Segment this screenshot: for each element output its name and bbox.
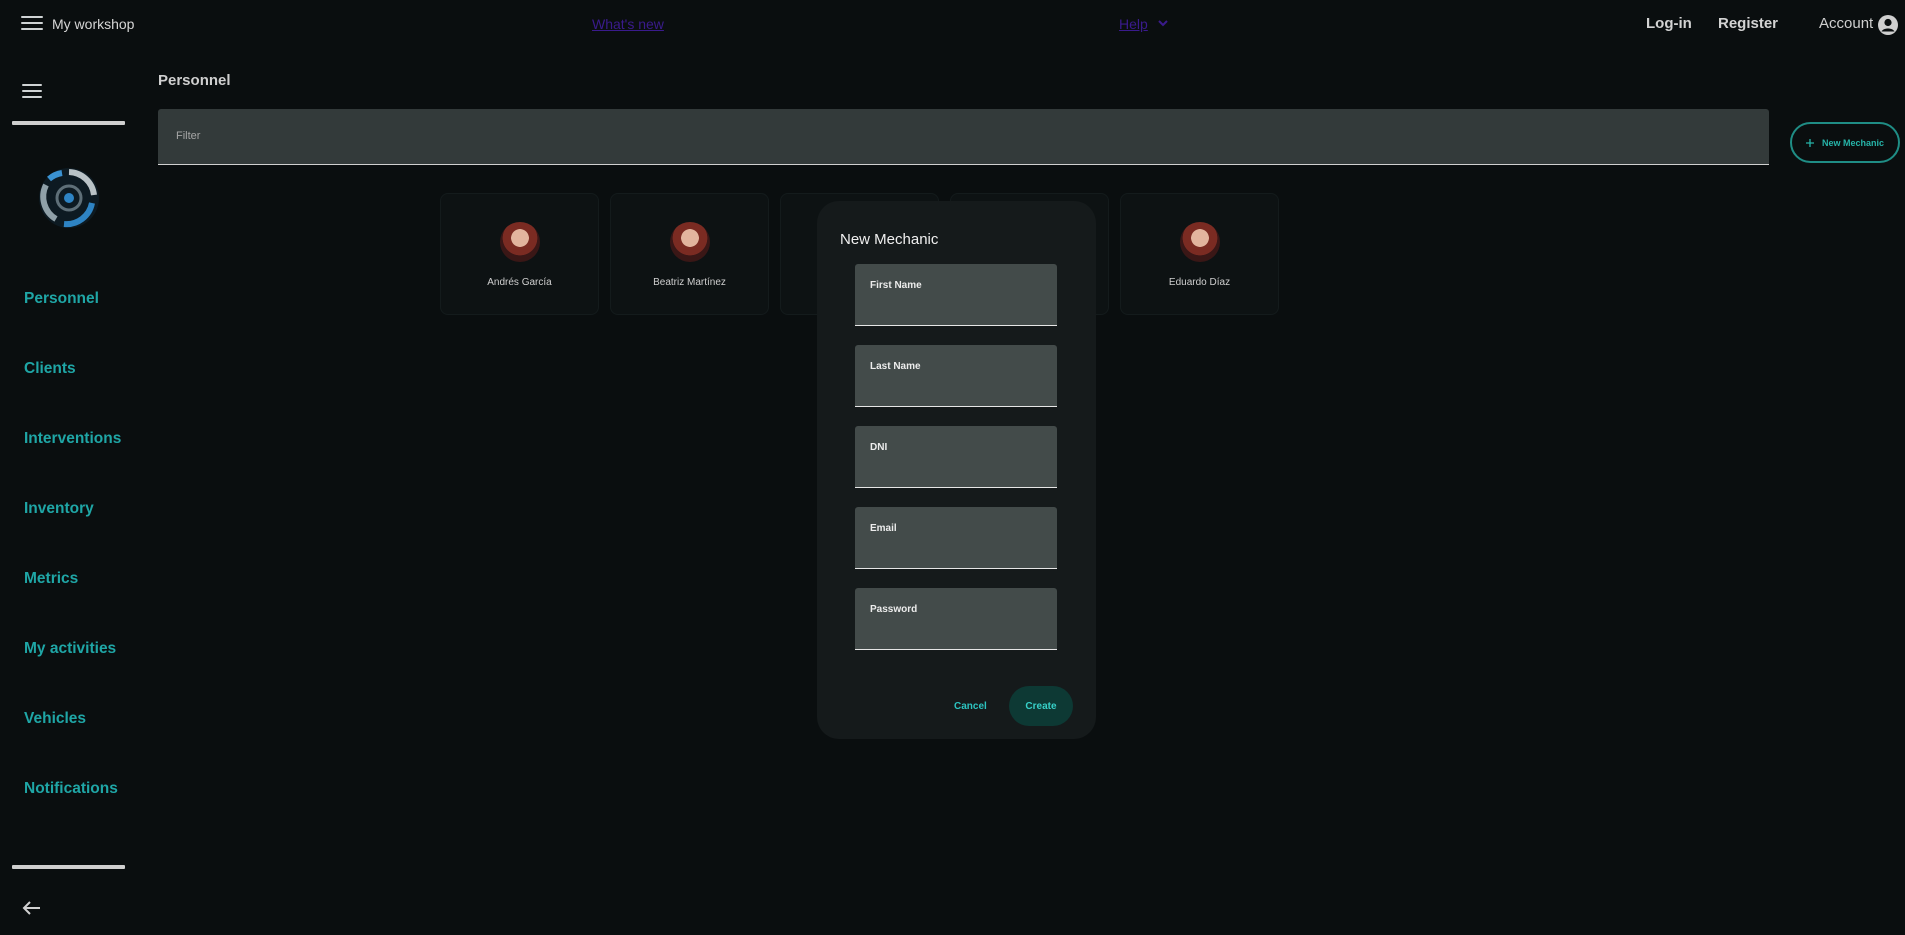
first-name-field[interactable]: First Name (855, 264, 1057, 326)
account-circle-icon[interactable] (1877, 14, 1899, 36)
sidebar: Personnel Clients Interventions Inventor… (0, 48, 137, 935)
email-label: Email (870, 523, 897, 534)
avatar (669, 222, 710, 262)
dialog-title: New Mechanic (840, 231, 939, 248)
help-link[interactable]: Help (1119, 16, 1148, 32)
filter-field[interactable] (158, 109, 1769, 165)
app-title: My workshop (52, 16, 135, 32)
dni-field[interactable]: DNI (855, 426, 1057, 488)
new-mechanic-label: New Mechanic (1821, 137, 1885, 148)
whats-new-link[interactable]: What's new (592, 16, 664, 32)
menu-icon[interactable] (22, 84, 42, 100)
create-button[interactable]: Create (1009, 686, 1073, 726)
first-name-input[interactable] (870, 298, 1040, 314)
avatar (499, 222, 540, 262)
page-title: Personnel (158, 72, 231, 89)
sidebar-item-vehicles[interactable]: Vehicles (24, 710, 86, 728)
first-name-label: First Name (870, 280, 922, 291)
avatar (1179, 222, 1220, 262)
sidebar-item-inventory[interactable]: Inventory (24, 500, 94, 518)
menu-icon[interactable] (21, 16, 43, 32)
last-name-input[interactable] (870, 379, 1040, 395)
plus-icon (1805, 138, 1814, 147)
dni-label: DNI (870, 442, 888, 453)
personnel-name: Beatriz Martínez (653, 277, 726, 288)
new-mechanic-dialog: New Mechanic First Name Last Name DNI Em… (817, 201, 1096, 739)
email-input[interactable] (870, 541, 1040, 557)
personnel-name: Eduardo Díaz (1168, 277, 1231, 288)
arrow-left-icon[interactable] (22, 900, 42, 916)
dni-input[interactable] (870, 460, 1040, 476)
new-mechanic-button[interactable]: New Mechanic (1790, 122, 1900, 163)
chevron-down-icon[interactable] (1158, 20, 1168, 27)
filter-input[interactable] (174, 129, 1674, 143)
sidebar-item-interventions[interactable]: Interventions (24, 430, 121, 448)
login-button[interactable]: Log-in (1646, 15, 1692, 32)
last-name-label: Last Name (870, 361, 921, 372)
top-bar: My workshop What's new Help Log-in Regis… (0, 0, 1905, 48)
sidebar-divider (12, 865, 125, 869)
personnel-card[interactable]: Andrés García (440, 193, 599, 315)
sidebar-item-my-activities[interactable]: My activities (24, 640, 116, 658)
logo-icon (39, 168, 99, 228)
personnel-card[interactable]: Beatriz Martínez (610, 193, 769, 315)
password-label: Password (870, 604, 918, 615)
personnel-name: Andrés García (487, 277, 552, 288)
cancel-button[interactable]: Cancel (954, 701, 987, 712)
password-input[interactable] (870, 622, 1040, 638)
sidebar-divider (12, 121, 125, 125)
account-button[interactable]: Account (1819, 15, 1873, 32)
register-button[interactable]: Register (1718, 15, 1778, 32)
email-field[interactable]: Email (855, 507, 1057, 569)
sidebar-item-clients[interactable]: Clients (24, 360, 76, 378)
personnel-card[interactable]: Eduardo Díaz (1120, 193, 1279, 315)
sidebar-item-notifications[interactable]: Notifications (24, 780, 118, 798)
last-name-field[interactable]: Last Name (855, 345, 1057, 407)
sidebar-item-personnel[interactable]: Personnel (24, 290, 99, 308)
sidebar-item-metrics[interactable]: Metrics (24, 570, 78, 588)
password-field[interactable]: Password (855, 588, 1057, 650)
